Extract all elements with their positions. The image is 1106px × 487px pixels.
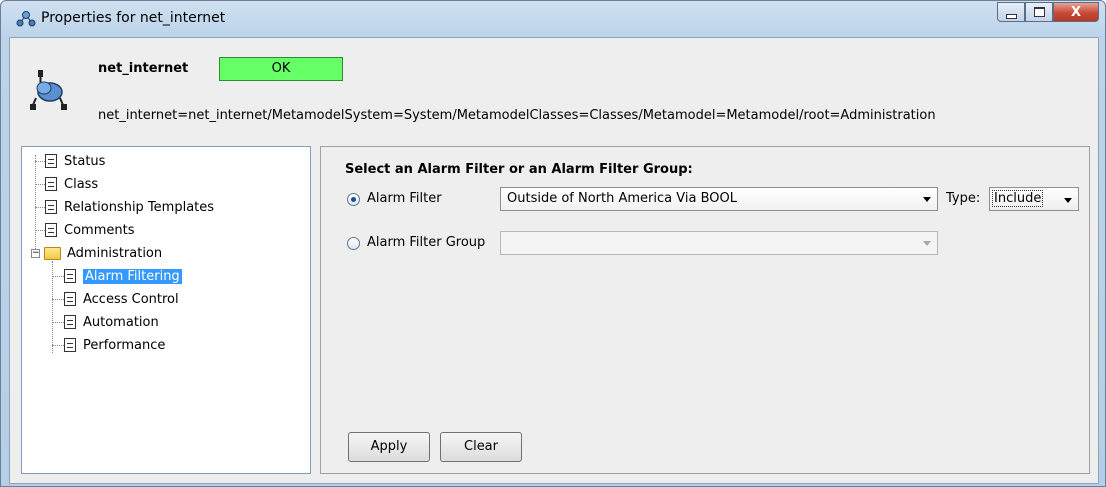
- alarm-filter-group-radio[interactable]: [347, 237, 360, 250]
- alarm-filter-label: Alarm Filter: [367, 191, 442, 206]
- status-badge: OK: [219, 57, 343, 81]
- tree-connector: [35, 155, 36, 253]
- window-title: Properties for net_internet: [41, 10, 226, 26]
- tree-connector: [52, 276, 64, 277]
- close-icon: X: [1070, 4, 1082, 20]
- type-select[interactable]: Include: [989, 187, 1079, 211]
- document-icon: [64, 315, 76, 329]
- network-object-icon: [16, 11, 36, 27]
- close-button[interactable]: X: [1053, 2, 1099, 22]
- tree-item-label: Administration: [67, 245, 163, 261]
- tree-item-label: Status: [64, 153, 106, 169]
- tree-item-administration[interactable]: Administration: [44, 243, 162, 263]
- tree-connector: [52, 322, 64, 323]
- document-icon: [64, 338, 76, 352]
- tree-connector: [52, 299, 64, 300]
- alarm-filter-select[interactable]: Outside of North America Via BOOL: [500, 187, 938, 211]
- tree-connector: [35, 207, 45, 208]
- tree-item-performance[interactable]: Performance: [64, 335, 165, 355]
- chevron-down-icon: [923, 197, 931, 202]
- object-name: net_internet: [98, 61, 189, 76]
- properties-window: Properties for net_internet X net_intern…: [0, 0, 1106, 487]
- tree-item-automation[interactable]: Automation: [64, 312, 159, 332]
- tree-connector: [52, 345, 64, 346]
- tree-item-label: Performance: [83, 337, 166, 353]
- tree-item-alarm-filtering[interactable]: Alarm Filtering: [64, 266, 182, 286]
- navigation-tree: − Status Class Relationship Templates Co…: [21, 146, 311, 474]
- tree-item-class[interactable]: Class: [45, 174, 98, 194]
- minimize-icon: [1005, 13, 1017, 19]
- collapse-toggle[interactable]: −: [31, 249, 40, 258]
- tree-item-status[interactable]: Status: [45, 151, 105, 171]
- tree-connector: [52, 261, 53, 353]
- object-path: net_internet=net_internet/MetamodelSyste…: [98, 108, 936, 123]
- object-header: net_internet OK net_internet=net_interne…: [10, 38, 1098, 140]
- document-icon: [45, 154, 57, 168]
- tree-item-relationship-templates[interactable]: Relationship Templates: [45, 197, 214, 217]
- alarm-filter-radio[interactable]: [347, 193, 360, 206]
- tree-item-label: Relationship Templates: [64, 199, 215, 215]
- document-icon: [45, 177, 57, 191]
- dialog-client-area: net_internet OK net_internet=net_interne…: [9, 37, 1099, 484]
- folder-icon: [44, 246, 61, 260]
- maximize-icon: [1033, 7, 1045, 17]
- type-value: Include: [992, 190, 1044, 207]
- document-icon: [64, 292, 76, 306]
- tree-item-comments[interactable]: Comments: [45, 220, 134, 240]
- alarm-filtering-panel: Select an Alarm Filter or an Alarm Filte…: [320, 146, 1090, 474]
- alarm-filter-value: Outside of North America Via BOOL: [507, 191, 737, 206]
- document-icon: [45, 223, 57, 237]
- document-icon: [64, 269, 76, 283]
- tree-item-label: Automation: [83, 314, 159, 330]
- tree-item-label: Class: [64, 176, 99, 192]
- chevron-down-icon: [923, 241, 931, 246]
- section-title: Select an Alarm Filter or an Alarm Filte…: [345, 162, 693, 177]
- tree-connector: [35, 184, 45, 185]
- type-label: Type:: [946, 191, 981, 206]
- tree-connector: [35, 161, 45, 162]
- window-controls: X: [997, 2, 1099, 24]
- clear-button[interactable]: Clear: [440, 432, 522, 462]
- apply-button[interactable]: Apply: [348, 432, 430, 462]
- tree-connector: [35, 230, 45, 231]
- document-icon: [45, 200, 57, 214]
- tree-item-label: Comments: [64, 222, 135, 238]
- tree-item-access-control[interactable]: Access Control: [64, 289, 179, 309]
- network-object-icon: [30, 70, 67, 110]
- tree-item-label: Alarm Filtering: [83, 268, 182, 284]
- alarm-filter-group-select[interactable]: [500, 231, 938, 255]
- maximize-button[interactable]: [1025, 2, 1053, 22]
- tree-item-label: Access Control: [83, 291, 179, 307]
- alarm-filter-group-label: Alarm Filter Group: [367, 235, 486, 250]
- minimize-button[interactable]: [997, 2, 1025, 22]
- title-bar[interactable]: Properties for net_internet X: [1, 1, 1105, 37]
- chevron-down-icon: [1064, 198, 1072, 203]
